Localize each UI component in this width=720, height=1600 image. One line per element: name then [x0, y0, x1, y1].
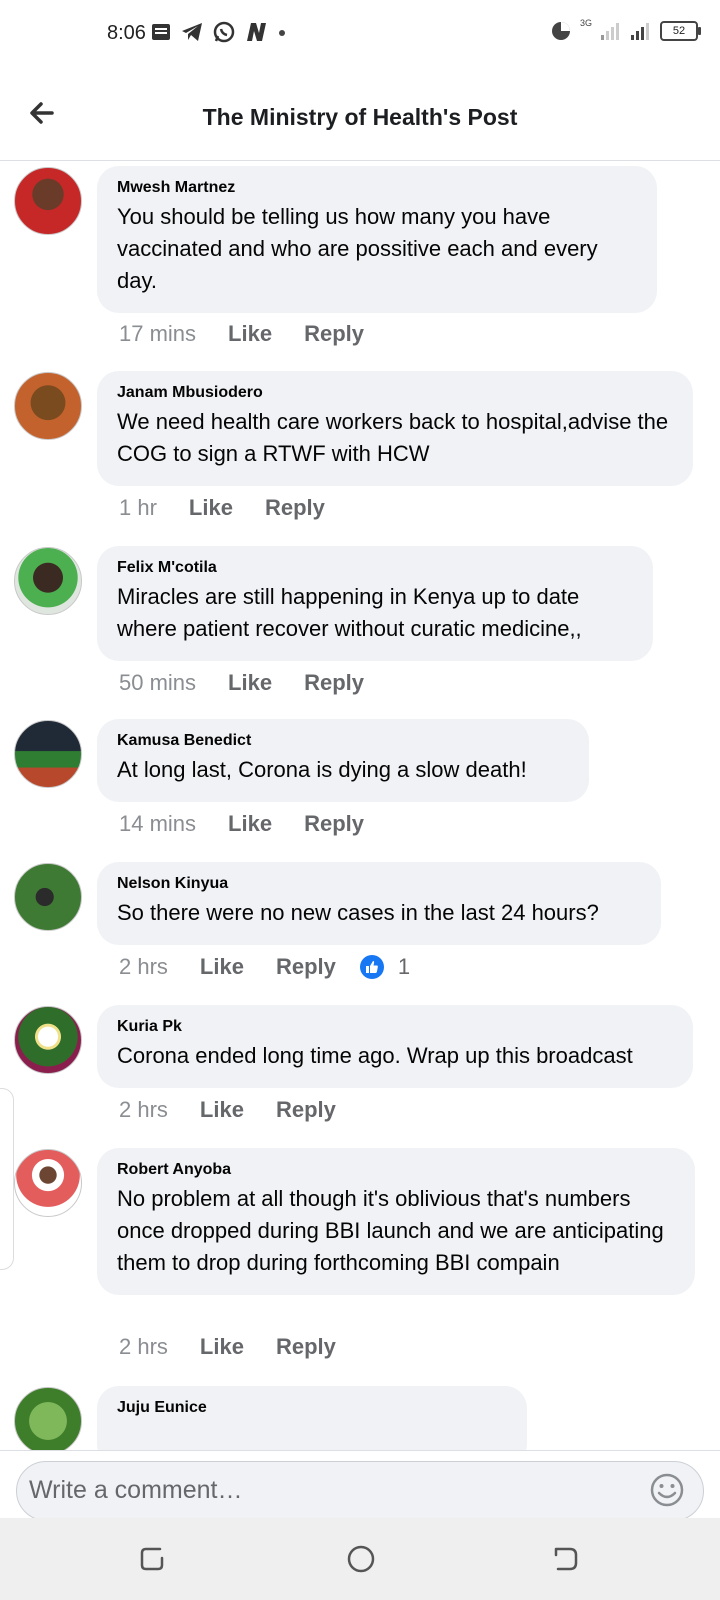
comment-meta: 17 mins Like Reply: [119, 321, 364, 347]
comment-bubble[interactable]: Robert Anyoba No problem at all though i…: [97, 1148, 695, 1295]
avatar[interactable]: [14, 1149, 82, 1217]
comment-author[interactable]: Nelson Kinyua: [117, 875, 639, 893]
notification-icons: [150, 20, 288, 44]
system-nav-bar: [0, 1518, 720, 1600]
comment-bubble[interactable]: Nelson Kinyua So there were no new cases…: [97, 862, 661, 945]
comment-time[interactable]: 14 mins: [119, 811, 196, 837]
comment-author[interactable]: Robert Anyoba: [117, 1161, 673, 1179]
battery-icon: 52: [660, 21, 701, 41]
telegram-icon: [182, 23, 202, 41]
avatar[interactable]: [14, 1387, 82, 1451]
comment-text: Corona ended long time ago. Wrap up this…: [117, 1043, 633, 1068]
data-saver-icon: [551, 22, 570, 40]
comment-time[interactable]: 17 mins: [119, 321, 196, 347]
comment-meta: 2 hrs Like Reply: [119, 1097, 336, 1123]
comment-time[interactable]: 2 hrs: [119, 954, 168, 980]
post-header: The Ministry of Health's Post: [0, 78, 720, 161]
comment-meta: 2 hrs Like Reply 1: [119, 954, 410, 980]
avatar[interactable]: [14, 547, 82, 615]
comment-author[interactable]: Juju Eunice: [117, 1399, 505, 1417]
reaction-count: 1: [397, 954, 411, 979]
comment-bubble[interactable]: Kuria Pk Corona ended long time ago. Wra…: [97, 1005, 693, 1088]
comment-author[interactable]: Mwesh Martnez: [117, 179, 635, 197]
like-button[interactable]: Like: [200, 1334, 244, 1360]
comment-text: We need health care workers back to hosp…: [117, 409, 669, 466]
page-title: The Ministry of Health's Post: [202, 104, 518, 130]
comment-composer: Write a comment…: [0, 1450, 720, 1521]
status-time: 8:06: [107, 22, 146, 44]
reply-button[interactable]: Reply: [265, 495, 325, 521]
comment-bubble[interactable]: Felix M'cotila Miracles are still happen…: [97, 546, 653, 661]
avatar[interactable]: [14, 1006, 82, 1074]
reply-button[interactable]: Reply: [304, 321, 364, 347]
signal-1-icon: [601, 23, 619, 40]
reply-button[interactable]: Reply: [304, 670, 364, 696]
comment-time[interactable]: 1 hr: [119, 495, 157, 521]
comment-time[interactable]: 2 hrs: [119, 1334, 168, 1360]
back-icon[interactable]: [550, 1544, 580, 1574]
comment-meta: 2 hrs Like Reply: [119, 1334, 336, 1360]
comment-author[interactable]: Felix M'cotila: [117, 559, 631, 577]
comment-text: Miracles are still happening in Kenya up…: [117, 584, 582, 641]
comment-text: So there were no new cases in the last 2…: [117, 900, 599, 925]
reply-button[interactable]: Reply: [276, 954, 336, 980]
like-button[interactable]: Like: [189, 495, 233, 521]
comment-author[interactable]: Janam Mbusiodero: [117, 384, 671, 402]
news-n-icon: [247, 23, 266, 41]
comment-time[interactable]: 2 hrs: [119, 1097, 168, 1123]
recents-icon[interactable]: [138, 1544, 168, 1574]
home-icon[interactable]: [346, 1544, 376, 1574]
avatar[interactable]: [14, 720, 82, 788]
whatsapp-icon: [213, 21, 235, 43]
comment-text: No problem at all though it's oblivious …: [117, 1186, 664, 1275]
system-icons: 3G 52: [550, 18, 701, 42]
comment-meta: 14 mins Like Reply: [119, 811, 364, 837]
comment-text: You should be telling us how many you ha…: [117, 204, 598, 293]
dot-icon: [279, 30, 285, 36]
network-type: 3G: [579, 18, 592, 28]
reply-button[interactable]: Reply: [276, 1334, 336, 1360]
comment-bubble[interactable]: Kamusa Benedict At long last, Corona is …: [97, 719, 589, 802]
comment-placeholder: Write a comment…: [29, 1476, 243, 1504]
reply-button[interactable]: Reply: [276, 1097, 336, 1123]
comment-text: At long last, Corona is dying a slow dea…: [117, 757, 527, 782]
comment-meta: 50 mins Like Reply: [119, 670, 364, 696]
message-icon: [152, 24, 170, 40]
like-button[interactable]: Like: [228, 321, 272, 347]
like-button[interactable]: Like: [228, 811, 272, 837]
signal-2-icon: [631, 23, 649, 40]
avatar[interactable]: [14, 863, 82, 931]
reply-button[interactable]: Reply: [304, 811, 364, 837]
edge-panel-handle[interactable]: [0, 1088, 14, 1270]
comment-bubble[interactable]: Mwesh Martnez You should be telling us h…: [97, 166, 657, 313]
like-button[interactable]: Like: [228, 670, 272, 696]
avatar[interactable]: [14, 372, 82, 440]
comment-author[interactable]: Kamusa Benedict: [117, 732, 567, 750]
thumbs-up-icon: [359, 955, 384, 979]
comment-bubble[interactable]: Janam Mbusiodero We need health care wor…: [97, 371, 693, 486]
comment-meta: 1 hr Like Reply: [119, 495, 325, 521]
comment-list[interactable]: Mwesh Martnez You should be telling us h…: [0, 161, 720, 1451]
reaction-summary[interactable]: 1: [359, 954, 411, 980]
like-button[interactable]: Like: [200, 954, 244, 980]
like-button[interactable]: Like: [200, 1097, 244, 1123]
comment-bubble[interactable]: Juju Eunice: [97, 1386, 527, 1451]
comment-input[interactable]: Write a comment…: [16, 1461, 704, 1521]
comment-author[interactable]: Kuria Pk: [117, 1018, 671, 1036]
smiley-icon[interactable]: [649, 1472, 685, 1508]
comment-time[interactable]: 50 mins: [119, 670, 196, 696]
avatar[interactable]: [14, 167, 82, 235]
status-bar: 8:06 3G 52: [0, 0, 720, 70]
